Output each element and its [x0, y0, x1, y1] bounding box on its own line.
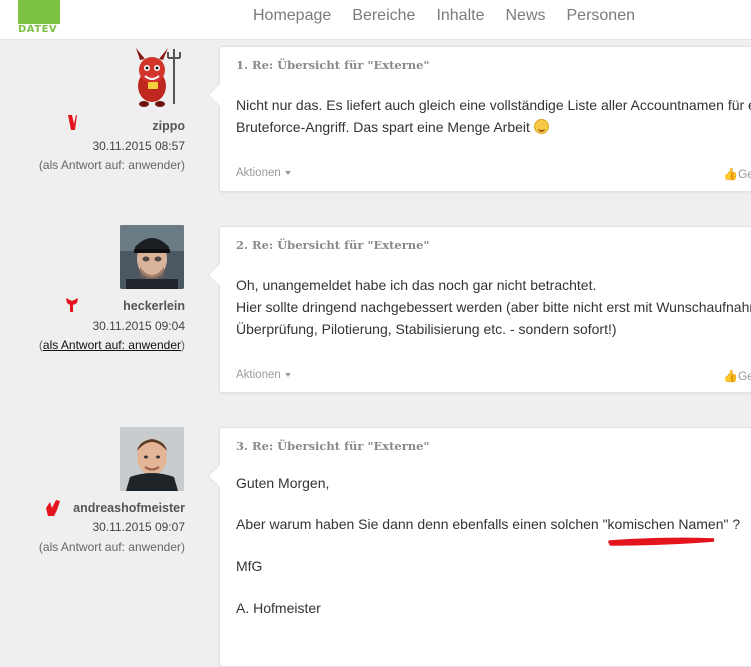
post-title[interactable]: 2. Re: Übersicht für "Externe"	[236, 238, 429, 252]
logo-mark	[18, 0, 60, 24]
reply-to-link[interactable]: anwender	[128, 540, 181, 554]
body-line: MfG	[236, 558, 263, 574]
main-nav: Homepage Bereiche Inhalte News Personen	[253, 7, 656, 25]
post-card: 3. Re: Übersicht für "Externe" Guten Mor…	[208, 427, 751, 667]
reply-reference: (als Antwort auf: anwender)	[39, 158, 185, 172]
chevron-down-icon	[284, 372, 291, 377]
rank-badge-icon	[46, 500, 60, 516]
body-line: Aber warum haben Sie dann denn ebenfalls…	[236, 516, 741, 532]
body-line: Hier sollte dringend nachgebessert werde…	[236, 299, 751, 315]
chevron-down-icon	[284, 170, 291, 175]
avatar-zippo[interactable]	[122, 46, 186, 110]
smiley-emoji-icon	[533, 119, 549, 134]
username[interactable]: zippo	[152, 119, 185, 133]
thumbs-up-icon: 👍	[723, 369, 738, 383]
logo-text: DATEV	[18, 24, 58, 35]
reply-suffix: )	[181, 540, 185, 554]
reply-to-link[interactable]: anwender	[128, 158, 181, 172]
actions-menu[interactable]: Aktionen	[236, 369, 291, 381]
body-line: Überprüfung, Pilotierung, Stabilisierung…	[236, 321, 617, 337]
username[interactable]: andreashofmeister	[73, 501, 185, 515]
top-navigation-bar: DATEV Homepage Bereiche Inhalte News Per…	[0, 0, 751, 40]
rank-badge-icon	[68, 115, 77, 130]
post-date: 30.11.2015 08:57	[92, 139, 185, 153]
body-line: Bruteforce-Angriff. Das spart eine Menge…	[236, 116, 751, 138]
reply-prefix: (als Antwort auf:	[38, 540, 129, 554]
avatar-heckerlein[interactable]	[120, 225, 184, 289]
reply-prefix: (als Antwort auf:	[38, 158, 129, 172]
reply-to-link[interactable]: als Antwort auf: anwender	[43, 338, 181, 352]
avatar-andreashofmeister[interactable]	[120, 427, 184, 491]
post-card: 1. Re: Übersicht für "Externe" Nicht nur…	[208, 46, 751, 192]
body-line: Oh, unangemeldet habe ich das noch gar n…	[236, 277, 597, 293]
reply-reference: (als Antwort auf: anwender)	[39, 338, 185, 352]
thumbs-up-icon: 👍	[723, 167, 738, 181]
person-photo-icon	[120, 427, 184, 491]
datev-logo[interactable]: DATEV	[18, 0, 60, 36]
nav-personen[interactable]: Personen	[567, 7, 636, 25]
like-button[interactable]: 👍Ge	[723, 369, 751, 383]
reply-suffix: )	[181, 158, 185, 172]
body-line: Nicht nur das. Es liefert auch gleich ei…	[236, 97, 751, 113]
nav-news[interactable]: News	[505, 7, 545, 25]
person-photo-icon	[120, 225, 184, 289]
username[interactable]: heckerlein	[123, 299, 185, 313]
nav-inhalte[interactable]: Inhalte	[436, 7, 484, 25]
post-title[interactable]: 3. Re: Übersicht für "Externe"	[236, 439, 429, 453]
post-date: 30.11.2015 09:07	[92, 520, 185, 534]
body-line: A. Hofmeister	[236, 600, 321, 616]
nav-homepage[interactable]: Homepage	[253, 7, 331, 25]
rank-badge-icon	[66, 298, 78, 312]
reply-reference: (als Antwort auf: anwender)	[39, 540, 185, 554]
post-card: 2. Re: Übersicht für "Externe" Oh, unang…	[208, 226, 751, 393]
devil-avatar-icon	[136, 48, 181, 107]
red-underline-annotation	[608, 537, 715, 546]
actions-menu[interactable]: Aktionen	[236, 167, 291, 179]
nav-bereiche[interactable]: Bereiche	[352, 7, 415, 25]
post-body: Nicht nur das. Es liefert auch gleich ei…	[236, 94, 751, 138]
post-date: 30.11.2015 09:04	[92, 319, 185, 333]
post-title[interactable]: 1. Re: Übersicht für "Externe"	[236, 58, 429, 72]
reply-suffix: )	[181, 338, 185, 352]
post-body: Oh, unangemeldet habe ich das noch gar n…	[236, 274, 751, 340]
body-line: Guten Morgen,	[236, 475, 330, 491]
like-button[interactable]: 👍Ge	[723, 167, 751, 181]
